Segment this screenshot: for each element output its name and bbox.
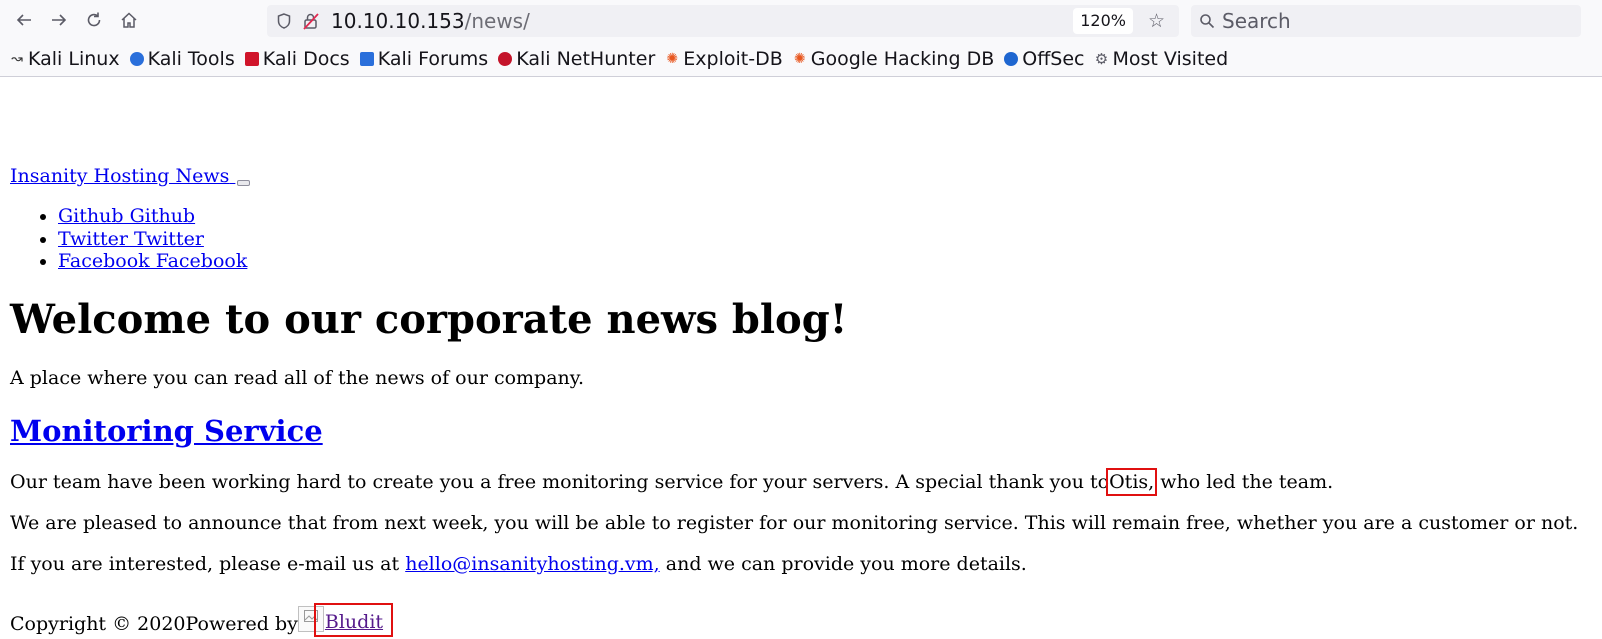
browser-chrome: 10.10.10.153/news/ 120% ☆ Search ↝ Kali L… — [0, 0, 1602, 77]
paragraph-text: and we can provide you more details. — [665, 553, 1027, 575]
copyright-text: Copyright © 2020Powered by — [10, 613, 298, 635]
url-bar[interactable]: 10.10.10.153/news/ 120% ☆ — [267, 5, 1179, 37]
bookmark-kali-tools[interactable]: Kali Tools — [129, 48, 235, 70]
bookmark-star-icon[interactable]: ☆ — [1148, 10, 1165, 32]
back-button[interactable] — [12, 8, 36, 32]
exploit-db-icon: ✺ — [666, 51, 679, 67]
post-title: Monitoring Service — [10, 414, 323, 448]
forward-arrow-icon — [52, 14, 67, 26]
bookmark-kali-forums[interactable]: Kali Forums — [359, 48, 489, 70]
site-title-text: Insanity Hosting News — [10, 165, 230, 187]
kali-docs-icon — [244, 52, 259, 66]
forward-button[interactable] — [47, 8, 71, 32]
bookmark-label: OffSec — [1022, 48, 1085, 70]
footer: Copyright © 2020Powered by Bludit — [10, 603, 394, 639]
facebook-link[interactable]: Facebook Facebook — [58, 250, 247, 272]
post-title-link[interactable]: Monitoring Service — [10, 414, 323, 448]
list-item: Facebook Facebook — [58, 250, 247, 273]
bookmark-label: Kali Docs — [262, 48, 350, 70]
site-title-link[interactable]: Insanity Hosting News — [10, 165, 235, 187]
reload-button[interactable] — [82, 8, 106, 32]
list-item: Twitter Twitter — [58, 228, 247, 251]
home-button[interactable] — [117, 8, 141, 32]
post-paragraph-3: If you are interested, please e-mail us … — [10, 553, 1027, 575]
post-paragraph-2: We are pleased to announce that from nex… — [10, 512, 1579, 534]
url-path: /news/ — [464, 9, 530, 33]
search-placeholder: Search — [1222, 9, 1291, 33]
zoom-level-button[interactable]: 120% — [1073, 8, 1133, 34]
paragraph-text: who led the team. — [1160, 471, 1334, 493]
site-header: Insanity Hosting News — [10, 165, 251, 187]
bookmark-label: Kali NetHunter — [516, 48, 656, 70]
bludit-highlight-box: Bludit — [313, 603, 394, 637]
paragraph-text: Our team have been working hard to creat… — [10, 471, 1110, 493]
url-text[interactable]: 10.10.10.153/news/ — [331, 9, 530, 33]
highlighted-name-otis: Otis, — [1106, 468, 1158, 496]
bookmark-label: Kali Tools — [147, 48, 235, 70]
paragraph-text: If you are interested, please e-mail us … — [10, 553, 400, 575]
bookmark-label: Google Hacking DB — [810, 48, 995, 70]
bookmarks-toolbar: ↝ Kali Linux Kali Tools Kali Docs Kali Fo… — [10, 44, 1238, 74]
url-host: 10.10.10.153 — [331, 9, 465, 33]
bookmark-kali-nethunter[interactable]: Kali NetHunter — [498, 48, 655, 70]
hero-heading: Welcome to our corporate news blog! — [10, 296, 848, 343]
email-link[interactable]: hello@insanityhosting.vm, — [405, 553, 660, 575]
bludit-link[interactable]: Bludit — [325, 611, 383, 633]
hero-lede: A place where you can read all of the ne… — [10, 367, 585, 389]
search-bar[interactable]: Search — [1191, 5, 1581, 37]
bookmark-label: Kali Linux — [28, 48, 120, 70]
bookmark-label: Most Visited — [1112, 48, 1229, 70]
bookmark-kali-linux[interactable]: ↝ Kali Linux — [10, 48, 120, 70]
offsec-icon — [1004, 52, 1019, 66]
insecure-lock-icon[interactable] — [303, 12, 319, 30]
post-paragraph-1: Our team have been working hard to creat… — [10, 468, 1334, 496]
navbar-toggle-button[interactable] — [237, 180, 251, 186]
kali-nethunter-icon — [498, 52, 513, 66]
kali-forums-icon — [359, 52, 374, 66]
kali-dragon-icon: ↝ — [11, 51, 23, 67]
kali-tools-icon — [129, 52, 144, 66]
home-icon — [121, 12, 137, 28]
list-item: Github Github — [58, 205, 247, 228]
gear-icon: ⚙ — [1094, 50, 1109, 68]
reload-icon — [87, 12, 101, 27]
github-link[interactable]: Github Github — [58, 205, 195, 227]
bookmark-label: Kali Forums — [377, 48, 489, 70]
social-links-list: Github Github Twitter Twitter Facebook F… — [0, 205, 247, 273]
navigation-toolbar: 10.10.10.153/news/ 120% ☆ Search — [0, 0, 1602, 40]
search-icon — [1200, 14, 1215, 29]
bookmark-kali-docs[interactable]: Kali Docs — [244, 48, 350, 70]
back-arrow-icon — [16, 14, 31, 26]
bookmark-exploit-db[interactable]: ✺ Exploit-DB — [665, 48, 782, 70]
bookmark-label: Exploit-DB — [683, 48, 783, 70]
bookmark-google-hacking-db[interactable]: ✺ Google Hacking DB — [793, 48, 995, 70]
bookmark-most-visited[interactable]: ⚙ Most Visited — [1094, 48, 1229, 70]
tracking-shield-icon[interactable] — [277, 13, 291, 29]
bookmark-offsec[interactable]: OffSec — [1004, 48, 1085, 70]
twitter-link[interactable]: Twitter Twitter — [58, 228, 204, 250]
ghdb-icon: ✺ — [793, 51, 806, 67]
